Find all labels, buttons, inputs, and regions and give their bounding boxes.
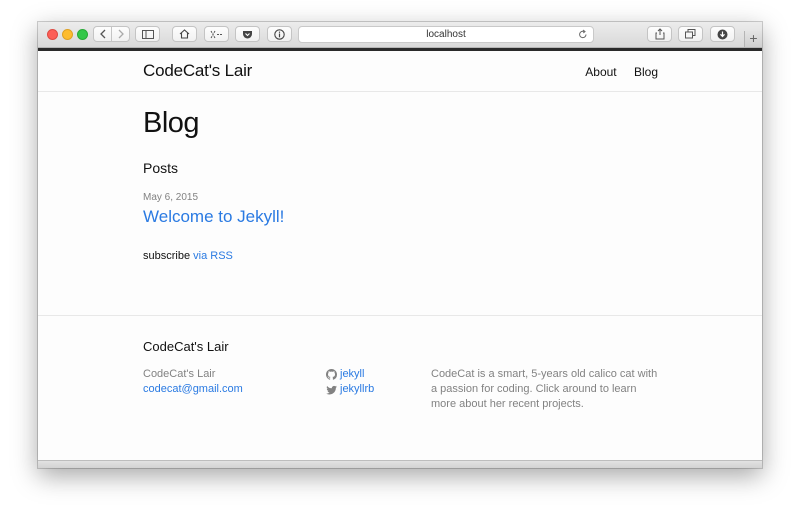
home-icon: [179, 29, 190, 39]
info-icon: [274, 28, 285, 40]
footer-description: CodeCat is a smart, 5-years old calico c…: [431, 368, 658, 410]
share-button[interactable]: [647, 26, 672, 42]
footer-social: jekyll jekyllrb: [326, 367, 374, 397]
twitter-icon: [326, 385, 337, 394]
tabs-button[interactable]: [678, 26, 703, 42]
page-content: Blog Posts May 6, 2015 Welcome to Jekyll…: [143, 107, 663, 262]
url-text: localhost: [426, 29, 466, 40]
back-button[interactable]: [93, 26, 112, 42]
download-icon: [717, 29, 728, 39]
address-bar[interactable]: localhost: [298, 26, 594, 43]
subscribe-line: subscribe via RSS: [143, 250, 663, 262]
site-nav: About Blog: [571, 65, 658, 79]
forward-button[interactable]: [111, 26, 130, 42]
sidebar-icon: [141, 29, 154, 39]
page-title: Blog: [143, 107, 200, 139]
clipper-icon: [210, 30, 223, 38]
back-icon: [99, 29, 105, 39]
window-bottom-bar: [38, 460, 762, 468]
rss-link[interactable]: via RSS: [193, 250, 233, 262]
downloads-button[interactable]: [710, 26, 735, 42]
share-icon: [655, 28, 664, 40]
tabs-icon: [685, 29, 696, 39]
info-button[interactable]: [267, 26, 292, 42]
footer-contact: CodeCat's Lair codecat@gmail.com: [143, 367, 243, 397]
post-link[interactable]: Welcome to Jekyll!: [143, 207, 663, 227]
posts-heading: Posts: [143, 160, 179, 176]
twitter-link[interactable]: jekyllrb: [326, 382, 374, 397]
github-link[interactable]: jekyll: [326, 367, 374, 382]
browser-toolbar: localhost +: [38, 22, 762, 48]
home-button[interactable]: [172, 26, 197, 42]
twitter-username: jekyllrb: [340, 383, 375, 395]
nav-about[interactable]: About: [585, 65, 616, 79]
zoom-window-button[interactable]: [77, 29, 88, 40]
pocket-button[interactable]: [235, 26, 260, 42]
site-title[interactable]: CodeCat's Lair: [143, 61, 252, 81]
forward-icon: [118, 29, 124, 39]
clipper-button[interactable]: [204, 26, 229, 42]
reload-icon[interactable]: [578, 29, 588, 40]
browser-window: localhost + CodeCat's Lair About Blog Bl…: [38, 22, 762, 468]
new-tab-icon: +: [749, 30, 758, 46]
footer-email-link[interactable]: codecat@gmail.com: [143, 383, 243, 395]
subscribe-text: subscribe: [143, 250, 191, 262]
github-username: jekyll: [340, 368, 365, 380]
site-footer: CodeCat's Lair CodeCat's Lair codecat@gm…: [38, 315, 762, 468]
footer-name: CodeCat's Lair: [143, 368, 216, 380]
github-icon: [326, 369, 337, 380]
close-window-button[interactable]: [47, 29, 58, 40]
footer-heading: CodeCat's Lair: [143, 339, 229, 354]
pocket-icon: [243, 30, 252, 38]
sidebar-button[interactable]: [135, 26, 160, 42]
new-tab-button[interactable]: +: [744, 31, 762, 47]
nav-blog[interactable]: Blog: [634, 65, 658, 79]
post-date: May 6, 2015: [143, 192, 199, 203]
minimize-window-button[interactable]: [62, 29, 73, 40]
site-header: CodeCat's Lair About Blog: [38, 51, 762, 92]
